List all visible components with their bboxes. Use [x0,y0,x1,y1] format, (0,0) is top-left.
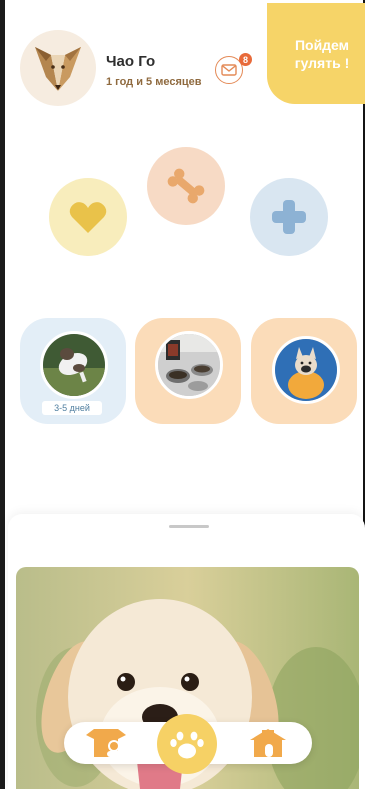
favorites-button[interactable] [49,178,127,256]
sheet-drag-handle[interactable] [169,525,209,528]
feeding-button[interactable] [147,147,225,225]
pet-age: 1 год и 5 месяцев [106,76,202,88]
dog-head-icon [35,47,81,91]
french-bulldog-photo [272,336,340,404]
pet-profile-icon [86,729,126,757]
walk-button-label: Пойдем гулять ! [294,36,350,71]
dog-jumping-photo [40,331,108,399]
pet-name: Чао Го [106,53,156,70]
duration-badge: 3-5 дней [42,401,102,415]
dog-food-bowls-photo [155,331,223,399]
nav-pet-profile[interactable] [84,729,128,757]
bone-icon [167,168,205,204]
pet-avatar[interactable] [20,30,96,106]
walk-button[interactable]: Пойдем гулять ! [267,3,365,104]
activity-card[interactable] [135,318,241,424]
heart-icon [69,202,107,233]
add-button[interactable] [250,178,328,256]
house-icon [250,729,286,757]
paw-icon [170,731,204,759]
activity-card[interactable] [251,318,357,424]
activity-card[interactable]: 3-5 дней [20,318,126,424]
nav-home[interactable] [248,728,288,758]
nav-paw-button[interactable] [157,714,217,774]
mail-icon [221,64,237,76]
mail-count-badge: 8 [239,53,252,66]
plus-icon [272,200,306,234]
screen-left-edge [0,0,5,789]
